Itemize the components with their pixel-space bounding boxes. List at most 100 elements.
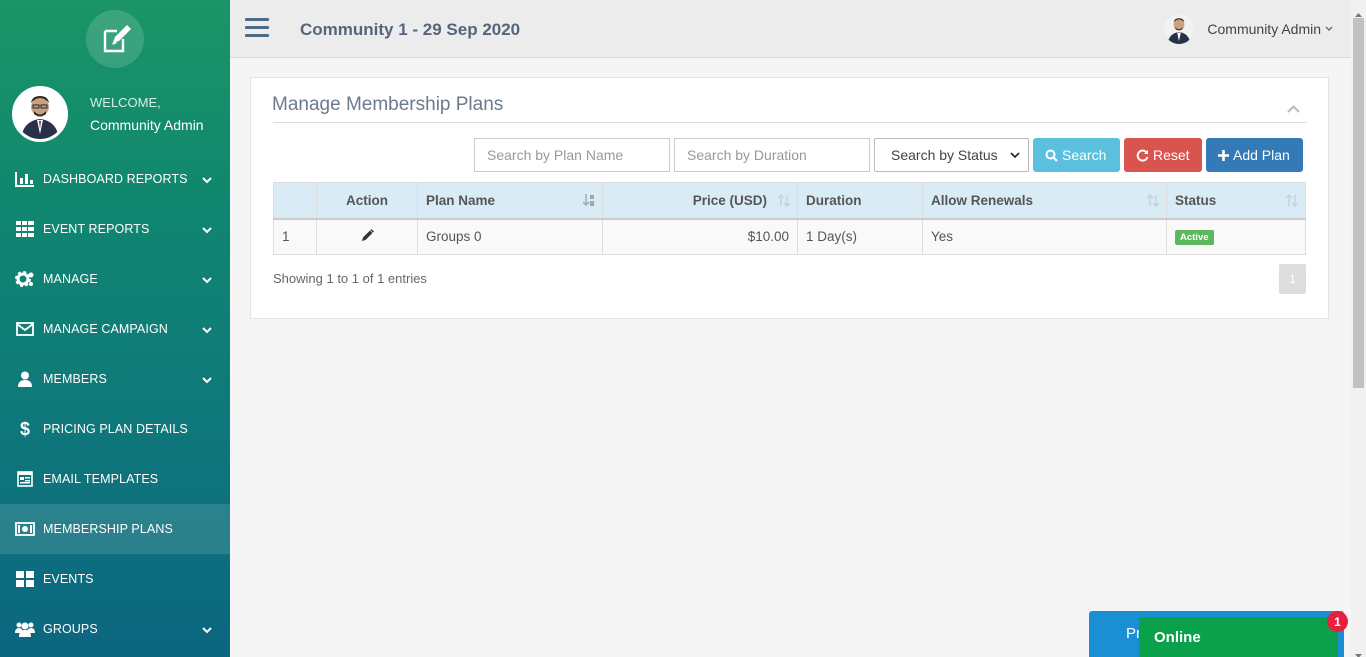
cell-duration: 1 Day(s) [797,218,923,255]
page-title: Community 1 - 29 Sep 2020 [300,20,521,39]
user-icon [14,370,36,388]
search-icon [1045,149,1058,162]
chevron-down-icon [202,323,212,337]
avatar [1164,14,1195,44]
user-panel: WELCOME, Community Admin [0,78,230,150]
template-icon [14,470,36,488]
filter-bar: Search by Plan Name Search by Duration S… [474,138,1307,172]
plan-name-search-input[interactable]: Search by Plan Name [474,138,670,172]
top-header: Community 1 - 29 Sep 2020 Community Admi… [230,0,1351,58]
chevron-down-icon [202,373,212,387]
sidebar-item-label: MANAGE [43,272,98,286]
chevron-down-icon [202,173,212,187]
chevron-down-icon [1325,26,1333,32]
column-header-action: Action [316,182,418,220]
user-menu[interactable]: Community Admin [1164,14,1333,44]
sidebar-menu: DASHBOARD REPORTS EVENT REPORTS MANAGE M… [0,154,230,654]
reset-button-label: Reset [1153,147,1190,163]
dollar-icon: $ [19,418,31,439]
avatar[interactable] [12,86,68,142]
chevron-down-icon [202,273,212,287]
cell-index: 1 [273,218,317,255]
hamburger-menu-icon[interactable] [245,18,269,38]
column-header-index [273,182,317,220]
column-header-duration: Duration [797,182,923,220]
status-select[interactable]: Search by Status [874,138,1029,172]
money-icon [14,520,36,538]
chevron-up-icon[interactable] [1287,100,1300,118]
column-header-renewals[interactable]: Allow Renewals [922,182,1167,220]
box-title: Manage Membership Plans [272,94,504,115]
sidebar-item-label: PRICING PLAN DETAILS [43,422,188,436]
sidebar-item-label: MEMBERS [43,372,107,386]
sort-icon [777,194,791,210]
scrollbar-thumb[interactable] [1353,18,1364,388]
plans-table: Action Plan Name Price (USD) Duration Al… [273,182,1306,255]
add-plan-button[interactable]: Add Plan [1206,138,1303,172]
users-icon [14,620,36,638]
chevron-down-icon [202,623,212,637]
cell-price: $10.00 [602,218,798,255]
column-header-label: Allow Renewals [931,192,1034,208]
scroll-down-arrow-icon[interactable] [1355,646,1362,657]
sidebar-item-label: EVENT REPORTS [43,222,150,236]
cell-plan-name: Groups 0 [417,218,603,255]
sidebar-user-name: Community Admin [90,117,204,133]
sidebar-item-dashboard-reports[interactable]: DASHBOARD REPORTS [0,154,230,204]
sidebar-item-email-templates[interactable]: EMAIL TEMPLATES [0,454,230,504]
status-badge: Active [1175,230,1214,246]
column-header-label: Status [1175,192,1217,208]
grid-icon [14,220,36,238]
header-user-name: Community Admin [1207,21,1321,37]
search-button[interactable]: Search [1033,138,1120,172]
cell-action [316,218,418,255]
sort-alpha-icon [582,194,595,210]
sidebar-item-groups[interactable]: GROUPS [0,604,230,654]
tiles-icon [14,570,36,588]
scrollbar[interactable] [1351,0,1366,657]
welcome-text: WELCOME, [90,95,161,110]
sidebar-item-pricing-plan-details[interactable]: $ PRICING PLAN DETAILS [0,404,230,454]
plus-icon [1218,149,1229,161]
gear-icon [14,270,36,288]
envelope-icon [14,320,36,338]
chevron-down-icon [1010,151,1020,159]
sidebar: WELCOME, Community Admin DASHBOARD REPOR… [0,0,230,657]
column-header-price[interactable]: Price (USD) [602,182,798,220]
add-plan-button-label: Add Plan [1233,147,1290,163]
table-header-row: Action Plan Name Price (USD) Duration Al… [273,182,1306,220]
column-header-label: Plan Name [426,192,496,208]
sidebar-item-membership-plans[interactable]: MEMBERSHIP PLANS [0,504,230,554]
column-header-plan-name[interactable]: Plan Name [417,182,603,220]
refresh-icon [1136,149,1149,162]
search-button-label: Search [1062,147,1107,163]
logo[interactable] [0,0,230,78]
sidebar-item-label: GROUPS [43,622,98,636]
edit-document-icon [86,10,144,68]
sidebar-item-members[interactable]: MEMBERS [0,354,230,404]
duration-search-input[interactable]: Search by Duration [674,138,870,172]
sidebar-item-label: MEMBERSHIP PLANS [43,522,173,536]
sidebar-item-events[interactable]: EVENTS [0,554,230,604]
reset-button[interactable]: Reset [1124,138,1202,172]
pencil-icon[interactable] [361,228,374,242]
membership-plans-box: Manage Membership Plans Search by Plan N… [250,77,1329,319]
scroll-up-arrow-icon[interactable] [1355,4,1362,22]
sort-icon [1146,194,1160,210]
status-select-value: Search by Status [891,147,998,163]
sidebar-item-label: EMAIL TEMPLATES [43,472,159,486]
column-header-label: Price (USD) [692,192,767,208]
sort-icon [1285,194,1299,210]
cell-status: Active [1166,218,1306,255]
chevron-down-icon [202,223,212,237]
sidebar-item-event-reports[interactable]: EVENT REPORTS [0,204,230,254]
online-chat-widget[interactable]: Online [1139,617,1338,657]
pagination-page-button[interactable]: 1 [1279,264,1306,294]
sidebar-item-label: EVENTS [43,572,94,586]
table-row: 1 Groups 0 $10.00 1 Day(s) Yes Active [273,218,1306,255]
sidebar-item-manage-campaign[interactable]: MANAGE CAMPAIGN [0,304,230,354]
sidebar-item-manage[interactable]: MANAGE [0,254,230,304]
table-info: Showing 1 to 1 of 1 entries [273,271,427,286]
sidebar-item-label: DASHBOARD REPORTS [43,172,188,186]
column-header-status[interactable]: Status [1166,182,1306,220]
